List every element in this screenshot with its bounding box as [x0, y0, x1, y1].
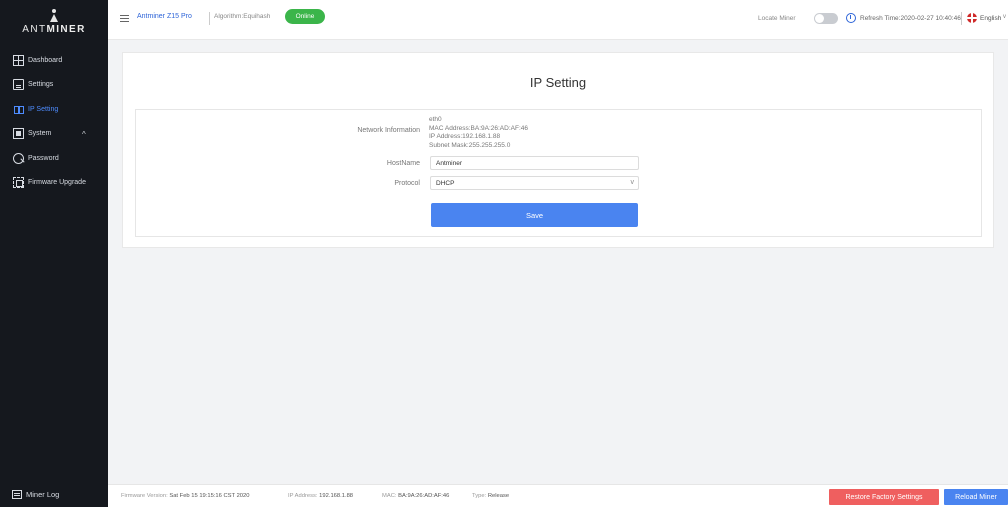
header: Antminer Z15 Pro Algorithm:Equihash Onli… — [108, 0, 1008, 40]
firmware-version-label: Firmware Version: — [121, 493, 168, 499]
chip-icon — [13, 177, 24, 189]
refresh-time: Refresh Time:2020-02-27 10:40:46 — [860, 15, 961, 22]
status-badge: Online — [285, 9, 325, 24]
footer-ip-address: IP Address: 192.168.1.88 — [288, 493, 353, 499]
protocol-select[interactable]: DHCP v — [430, 176, 639, 190]
mac-address: MAC Address:BA:9A:26:AD:AF:46 — [429, 124, 528, 132]
sidebar-item-label: System — [28, 130, 52, 138]
language-selector[interactable]: English — [980, 15, 1001, 22]
reload-miner-button[interactable]: Reload Miner — [944, 489, 1008, 505]
footer-mac-value: BA:9A:26:AD:AF:46 — [398, 493, 450, 499]
restore-factory-settings-button[interactable]: Restore Factory Settings — [829, 489, 939, 505]
firmware-version-value: Sat Feb 15 19:15:16 CST 2020 — [169, 493, 250, 499]
chevron-down-icon: v — [630, 179, 635, 186]
subnet-mask: Subnet Mask:255.255.255.0 — [429, 141, 511, 149]
sidebar-item-system[interactable]: System ^ — [0, 122, 108, 147]
settings-icon — [13, 79, 24, 91]
footer: Firmware Version: Sat Feb 15 19:15:16 CS… — [108, 484, 1008, 507]
header-divider — [961, 12, 962, 25]
sidebar: ANTMINER Dashboard Settings IP Setting S… — [0, 0, 108, 507]
flag-icon[interactable] — [967, 13, 977, 23]
save-label: Save — [525, 210, 544, 220]
chevron-down-icon[interactable]: v — [1003, 14, 1006, 20]
hostname-label: HostName — [386, 160, 420, 167]
footer-type: Type: Release — [472, 493, 509, 499]
antminer-logo-icon — [49, 9, 59, 22]
clock-icon — [846, 13, 856, 23]
sidebar-item-settings[interactable]: Settings — [0, 73, 108, 98]
miner-log-label: Miner Log — [26, 490, 60, 499]
reload-label: Reload Miner — [955, 493, 997, 501]
status-text: Online — [295, 13, 315, 20]
footer-type-label: Type: — [472, 493, 487, 499]
sidebar-item-label: Settings — [28, 81, 54, 89]
miner-log-button[interactable]: Miner Log — [12, 490, 59, 499]
protocol-label: Protocol — [394, 180, 420, 187]
restore-label: Restore Factory Settings — [845, 493, 923, 501]
locate-miner-label: Locate Miner — [758, 15, 796, 22]
key-icon — [13, 152, 24, 164]
sidebar-item-password[interactable]: Password — [0, 146, 108, 171]
algorithm-label: Algorithm:Equihash — [214, 13, 271, 20]
sidebar-item-label: Password — [28, 154, 59, 162]
footer-ip-value: 192.168.1.88 — [319, 493, 354, 499]
firmware-version: Firmware Version: Sat Feb 15 19:15:16 CS… — [121, 493, 249, 499]
save-button[interactable]: Save — [431, 203, 638, 227]
ip-setting-card: IP Setting Network Information eth0 MAC … — [122, 52, 994, 248]
footer-ip-label: IP Address: — [288, 493, 318, 499]
antminer-logo: ANTMINER — [0, 0, 108, 44]
ip-address: IP Address:192.168.1.88 — [429, 133, 501, 140]
interface-name: eth0 — [429, 116, 442, 123]
network-info: eth0 MAC Address:BA:9A:26:AD:AF:46 IP Ad… — [429, 116, 528, 150]
sidebar-item-label: IP Setting — [28, 105, 59, 113]
footer-type-value: Release — [487, 493, 510, 499]
footer-mac: MAC: BA:9A:26:AD:AF:46 — [382, 493, 449, 499]
dashboard-icon — [13, 54, 24, 66]
logo-suffix: MINER — [46, 24, 86, 35]
network-info-label: Network Information — [357, 127, 420, 134]
system-icon — [13, 128, 24, 140]
header-divider — [209, 12, 210, 25]
log-icon — [12, 490, 22, 499]
sidebar-item-firmware-upgrade[interactable]: Firmware Upgrade — [0, 171, 108, 196]
menu-icon[interactable] — [120, 15, 129, 22]
network-icon — [13, 104, 24, 115]
sidebar-nav: Dashboard Settings IP Setting System ^ P… — [0, 44, 108, 195]
chevron-up-icon: ^ — [82, 129, 86, 139]
sidebar-item-label: Dashboard — [28, 56, 63, 64]
logo-prefix: ANT — [22, 24, 47, 35]
miner-model: Antminer Z15 Pro — [137, 13, 192, 20]
protocol-value: DHCP — [436, 179, 455, 187]
sidebar-item-dashboard[interactable]: Dashboard — [0, 48, 108, 73]
ip-setting-form: Network Information eth0 MAC Address:BA:… — [135, 109, 982, 237]
hostname-value: Antminer — [436, 159, 463, 167]
hostname-input[interactable]: Antminer — [430, 156, 639, 170]
footer-mac-label: MAC: — [382, 493, 397, 499]
page-title: IP Setting — [529, 75, 587, 90]
sidebar-item-label: Firmware Upgrade — [28, 179, 86, 187]
sidebar-item-ip-setting[interactable]: IP Setting — [0, 97, 108, 122]
locate-miner-toggle[interactable] — [814, 13, 838, 24]
